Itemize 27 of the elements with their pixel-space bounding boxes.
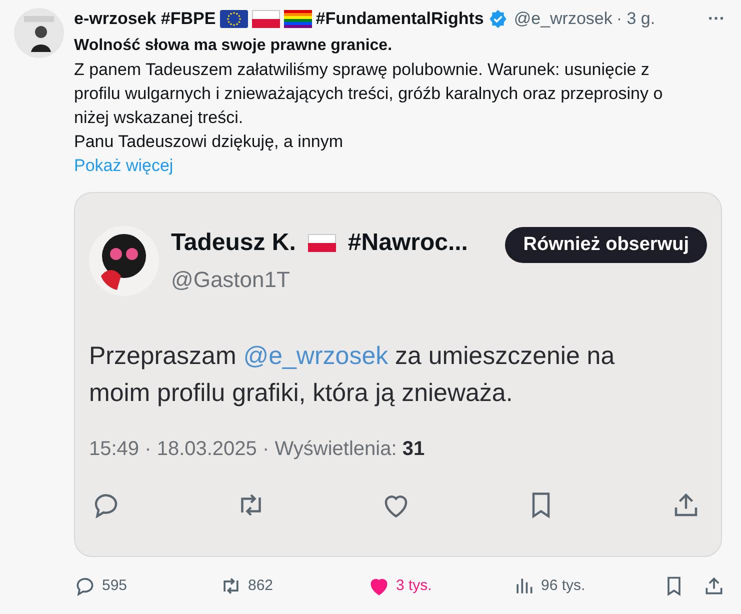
follow-button[interactable]: Również obserwuj [505,227,707,263]
headline: Wolność słowa ma swoje prawne granice. [74,36,394,56]
avatar[interactable] [14,8,64,58]
quoted-card[interactable]: Tadeusz K. #Nawroc... @Gaston1T Również obserwuj Przepraszam @e_wrzosek za umieszczenie na moim profilu grafiki, która ją znieważa. 15:49 · 18.03.2025 · Wyświetlenia: 31 [74,192,722,557]
quoted-author-name: Tadeusz K. [171,228,296,258]
author-name[interactable]: e-wrzosek #FBPE [74,6,216,32]
post-text: Z panem Tadeuszem załatwiliśmy sprawę polubownie. Warunek: usunięcie z profilu wulgarnych i znieważających treści, gróźb karalnych oraz przeprosiny o niżej wskazanej treści. [74,59,664,129]
stat-count: 595 [102,576,128,596]
post-time[interactable]: · 3 g. [616,6,656,32]
quoted-author-handle: @Gaston1T [171,266,291,294]
stat-count: 862 [248,576,274,596]
author-name[interactable]: #FundamentalRights [316,6,484,32]
stat-count: 3 tys. [396,576,432,596]
flag-icon [220,10,248,28]
avatar [89,226,159,296]
more-button[interactable]: ··· [708,6,725,32]
flag-icon [308,234,336,252]
stat-count: 96 tys. [541,576,586,596]
reply-icon[interactable] [74,575,96,597]
post-text: Panu Tadeuszowi dziękuję, a innym [74,131,344,153]
quoted-meta: 15:49 · 18.03.2025 · Wyświetlenia: 31 [89,437,426,462]
flag-icon [252,10,280,28]
share-icon[interactable] [703,575,725,597]
author-handle[interactable]: @e_wrzosek [514,6,612,32]
quoted-author-name: #Nawroc... [348,228,468,258]
flag-icon [284,10,312,28]
quoted-text: Przepraszam @e_wrzosek za umieszczenie na moim profilu grafiki, która ją znieważa. [89,341,616,409]
